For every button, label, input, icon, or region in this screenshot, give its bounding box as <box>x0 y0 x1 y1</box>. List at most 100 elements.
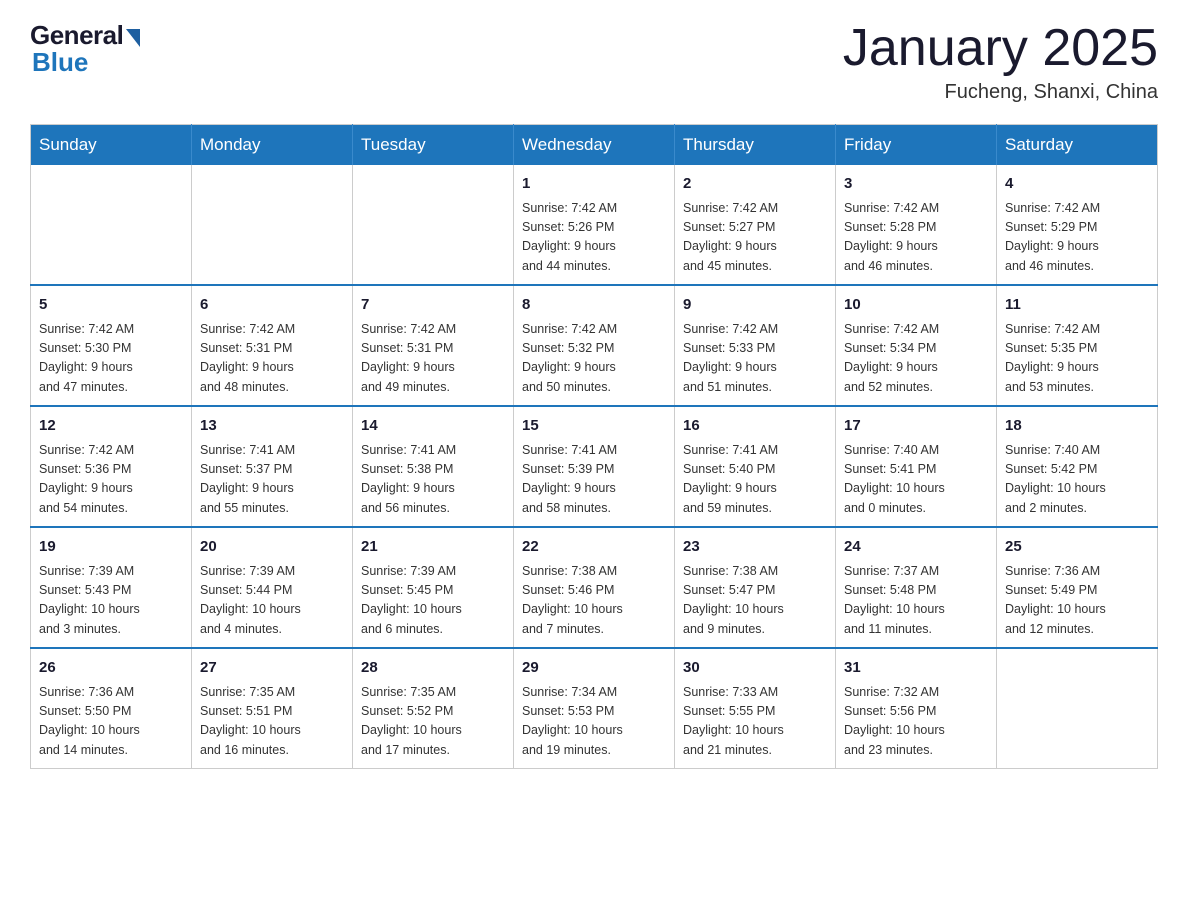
day-number: 23 <box>683 536 827 559</box>
day-header-saturday: Saturday <box>997 125 1158 166</box>
day-info: Sunrise: 7:32 AM Sunset: 5:56 PM Dayligh… <box>844 683 988 761</box>
day-info: Sunrise: 7:36 AM Sunset: 5:49 PM Dayligh… <box>1005 562 1149 640</box>
day-header-wednesday: Wednesday <box>514 125 675 166</box>
day-header-friday: Friday <box>836 125 997 166</box>
day-info: Sunrise: 7:42 AM Sunset: 5:31 PM Dayligh… <box>200 320 344 398</box>
day-info: Sunrise: 7:42 AM Sunset: 5:26 PM Dayligh… <box>522 199 666 277</box>
logo: General Blue <box>30 20 140 78</box>
day-number: 18 <box>1005 415 1149 438</box>
calendar-cell: 20 Sunrise: 7:39 AM Sunset: 5:44 PM Dayli… <box>192 527 353 648</box>
days-of-week-row: SundayMondayTuesdayWednesdayThursdayFrid… <box>31 125 1158 166</box>
day-number: 27 <box>200 657 344 680</box>
calendar-cell: 19Sunrise: 7:39 AM Sunset: 5:43 PM Dayli… <box>31 527 192 648</box>
day-number: 11 <box>1005 294 1149 317</box>
day-number: 31 <box>844 657 988 680</box>
calendar-cell: 17 Sunrise: 7:40 AM Sunset: 5:41 PM Dayli… <box>836 406 997 527</box>
logo-blue-text: Blue <box>30 47 88 78</box>
calendar-cell <box>192 165 353 285</box>
day-info: Sunrise: 7:39 AM Sunset: 5:43 PM Dayligh… <box>39 562 183 640</box>
day-info: Sunrise: 7:42 AM Sunset: 5:28 PM Dayligh… <box>844 199 988 277</box>
calendar-cell <box>997 648 1158 769</box>
day-number: 29 <box>522 657 666 680</box>
day-number: 6 <box>200 294 344 317</box>
calendar-cell: 14Sunrise: 7:41 AM Sunset: 5:38 PM Dayli… <box>353 406 514 527</box>
calendar-cell: 28 Sunrise: 7:35 AM Sunset: 5:52 PM Dayli… <box>353 648 514 769</box>
calendar-cell: 10 Sunrise: 7:42 AM Sunset: 5:34 PM Dayli… <box>836 285 997 406</box>
day-info: Sunrise: 7:39 AM Sunset: 5:45 PM Dayligh… <box>361 562 505 640</box>
day-number: 5 <box>39 294 183 317</box>
calendar-cell: 1 Sunrise: 7:42 AM Sunset: 5:26 PM Daylig… <box>514 165 675 285</box>
day-info: Sunrise: 7:42 AM Sunset: 5:34 PM Dayligh… <box>844 320 988 398</box>
calendar-cell: 22Sunrise: 7:38 AM Sunset: 5:46 PM Dayli… <box>514 527 675 648</box>
day-info: Sunrise: 7:34 AM Sunset: 5:53 PM Dayligh… <box>522 683 666 761</box>
day-number: 24 <box>844 536 988 559</box>
calendar-cell: 23 Sunrise: 7:38 AM Sunset: 5:47 PM Dayli… <box>675 527 836 648</box>
calendar-cell: 11 Sunrise: 7:42 AM Sunset: 5:35 PM Dayli… <box>997 285 1158 406</box>
calendar-cell: 3 Sunrise: 7:42 AM Sunset: 5:28 PM Daylig… <box>836 165 997 285</box>
calendar-cell: 27 Sunrise: 7:35 AM Sunset: 5:51 PM Dayli… <box>192 648 353 769</box>
day-info: Sunrise: 7:42 AM Sunset: 5:36 PM Dayligh… <box>39 441 183 519</box>
day-info: Sunrise: 7:42 AM Sunset: 5:35 PM Dayligh… <box>1005 320 1149 398</box>
day-info: Sunrise: 7:41 AM Sunset: 5:37 PM Dayligh… <box>200 441 344 519</box>
calendar-body: 1 Sunrise: 7:42 AM Sunset: 5:26 PM Daylig… <box>31 165 1158 769</box>
day-number: 8 <box>522 294 666 317</box>
day-header-tuesday: Tuesday <box>353 125 514 166</box>
day-info: Sunrise: 7:40 AM Sunset: 5:41 PM Dayligh… <box>844 441 988 519</box>
day-info: Sunrise: 7:40 AM Sunset: 5:42 PM Dayligh… <box>1005 441 1149 519</box>
calendar-week-2: 5 Sunrise: 7:42 AM Sunset: 5:30 PM Daylig… <box>31 285 1158 406</box>
day-info: Sunrise: 7:38 AM Sunset: 5:47 PM Dayligh… <box>683 562 827 640</box>
calendar-week-3: 12 Sunrise: 7:42 AM Sunset: 5:36 PM Dayli… <box>31 406 1158 527</box>
calendar-week-5: 26 Sunrise: 7:36 AM Sunset: 5:50 PM Dayli… <box>31 648 1158 769</box>
day-number: 9 <box>683 294 827 317</box>
calendar-cell: 7 Sunrise: 7:42 AM Sunset: 5:31 PM Daylig… <box>353 285 514 406</box>
day-info: Sunrise: 7:38 AM Sunset: 5:46 PM Dayligh… <box>522 562 666 640</box>
calendar-cell: 5 Sunrise: 7:42 AM Sunset: 5:30 PM Daylig… <box>31 285 192 406</box>
day-info: Sunrise: 7:42 AM Sunset: 5:31 PM Dayligh… <box>361 320 505 398</box>
day-info: Sunrise: 7:35 AM Sunset: 5:51 PM Dayligh… <box>200 683 344 761</box>
calendar-cell: 13Sunrise: 7:41 AM Sunset: 5:37 PM Dayli… <box>192 406 353 527</box>
calendar-cell: 4Sunrise: 7:42 AM Sunset: 5:29 PM Daylig… <box>997 165 1158 285</box>
day-number: 30 <box>683 657 827 680</box>
day-info: Sunrise: 7:35 AM Sunset: 5:52 PM Dayligh… <box>361 683 505 761</box>
day-number: 20 <box>200 536 344 559</box>
calendar-cell: 29 Sunrise: 7:34 AM Sunset: 5:53 PM Dayli… <box>514 648 675 769</box>
calendar-cell: 6 Sunrise: 7:42 AM Sunset: 5:31 PM Daylig… <box>192 285 353 406</box>
day-info: Sunrise: 7:41 AM Sunset: 5:39 PM Dayligh… <box>522 441 666 519</box>
day-number: 26 <box>39 657 183 680</box>
day-number: 16 <box>683 415 827 438</box>
day-header-thursday: Thursday <box>675 125 836 166</box>
day-number: 7 <box>361 294 505 317</box>
day-number: 25 <box>1005 536 1149 559</box>
calendar-table: SundayMondayTuesdayWednesdayThursdayFrid… <box>30 124 1158 769</box>
title-section: January 2025 Fucheng, Shanxi, China <box>843 20 1158 104</box>
day-number: 17 <box>844 415 988 438</box>
day-number: 12 <box>39 415 183 438</box>
day-number: 3 <box>844 173 988 196</box>
calendar-cell <box>353 165 514 285</box>
calendar-cell: 25 Sunrise: 7:36 AM Sunset: 5:49 PM Dayli… <box>997 527 1158 648</box>
day-header-sunday: Sunday <box>31 125 192 166</box>
calendar-cell: 9Sunrise: 7:42 AM Sunset: 5:33 PM Daylig… <box>675 285 836 406</box>
day-info: Sunrise: 7:33 AM Sunset: 5:55 PM Dayligh… <box>683 683 827 761</box>
day-number: 1 <box>522 173 666 196</box>
day-number: 2 <box>683 173 827 196</box>
calendar-header: SundayMondayTuesdayWednesdayThursdayFrid… <box>31 125 1158 166</box>
day-info: Sunrise: 7:36 AM Sunset: 5:50 PM Dayligh… <box>39 683 183 761</box>
day-info: Sunrise: 7:42 AM Sunset: 5:29 PM Dayligh… <box>1005 199 1149 277</box>
day-header-monday: Monday <box>192 125 353 166</box>
day-info: Sunrise: 7:39 AM Sunset: 5:44 PM Dayligh… <box>200 562 344 640</box>
logo-arrow-icon <box>126 29 140 47</box>
calendar-week-4: 19Sunrise: 7:39 AM Sunset: 5:43 PM Dayli… <box>31 527 1158 648</box>
day-info: Sunrise: 7:42 AM Sunset: 5:27 PM Dayligh… <box>683 199 827 277</box>
calendar-cell: 15Sunrise: 7:41 AM Sunset: 5:39 PM Dayli… <box>514 406 675 527</box>
month-title: January 2025 <box>843 20 1158 77</box>
calendar-cell: 31 Sunrise: 7:32 AM Sunset: 5:56 PM Dayli… <box>836 648 997 769</box>
calendar-cell <box>31 165 192 285</box>
day-number: 28 <box>361 657 505 680</box>
calendar-cell: 16Sunrise: 7:41 AM Sunset: 5:40 PM Dayli… <box>675 406 836 527</box>
day-number: 10 <box>844 294 988 317</box>
calendar-cell: 24Sunrise: 7:37 AM Sunset: 5:48 PM Dayli… <box>836 527 997 648</box>
calendar-cell: 21Sunrise: 7:39 AM Sunset: 5:45 PM Dayli… <box>353 527 514 648</box>
day-info: Sunrise: 7:41 AM Sunset: 5:38 PM Dayligh… <box>361 441 505 519</box>
day-info: Sunrise: 7:42 AM Sunset: 5:30 PM Dayligh… <box>39 320 183 398</box>
